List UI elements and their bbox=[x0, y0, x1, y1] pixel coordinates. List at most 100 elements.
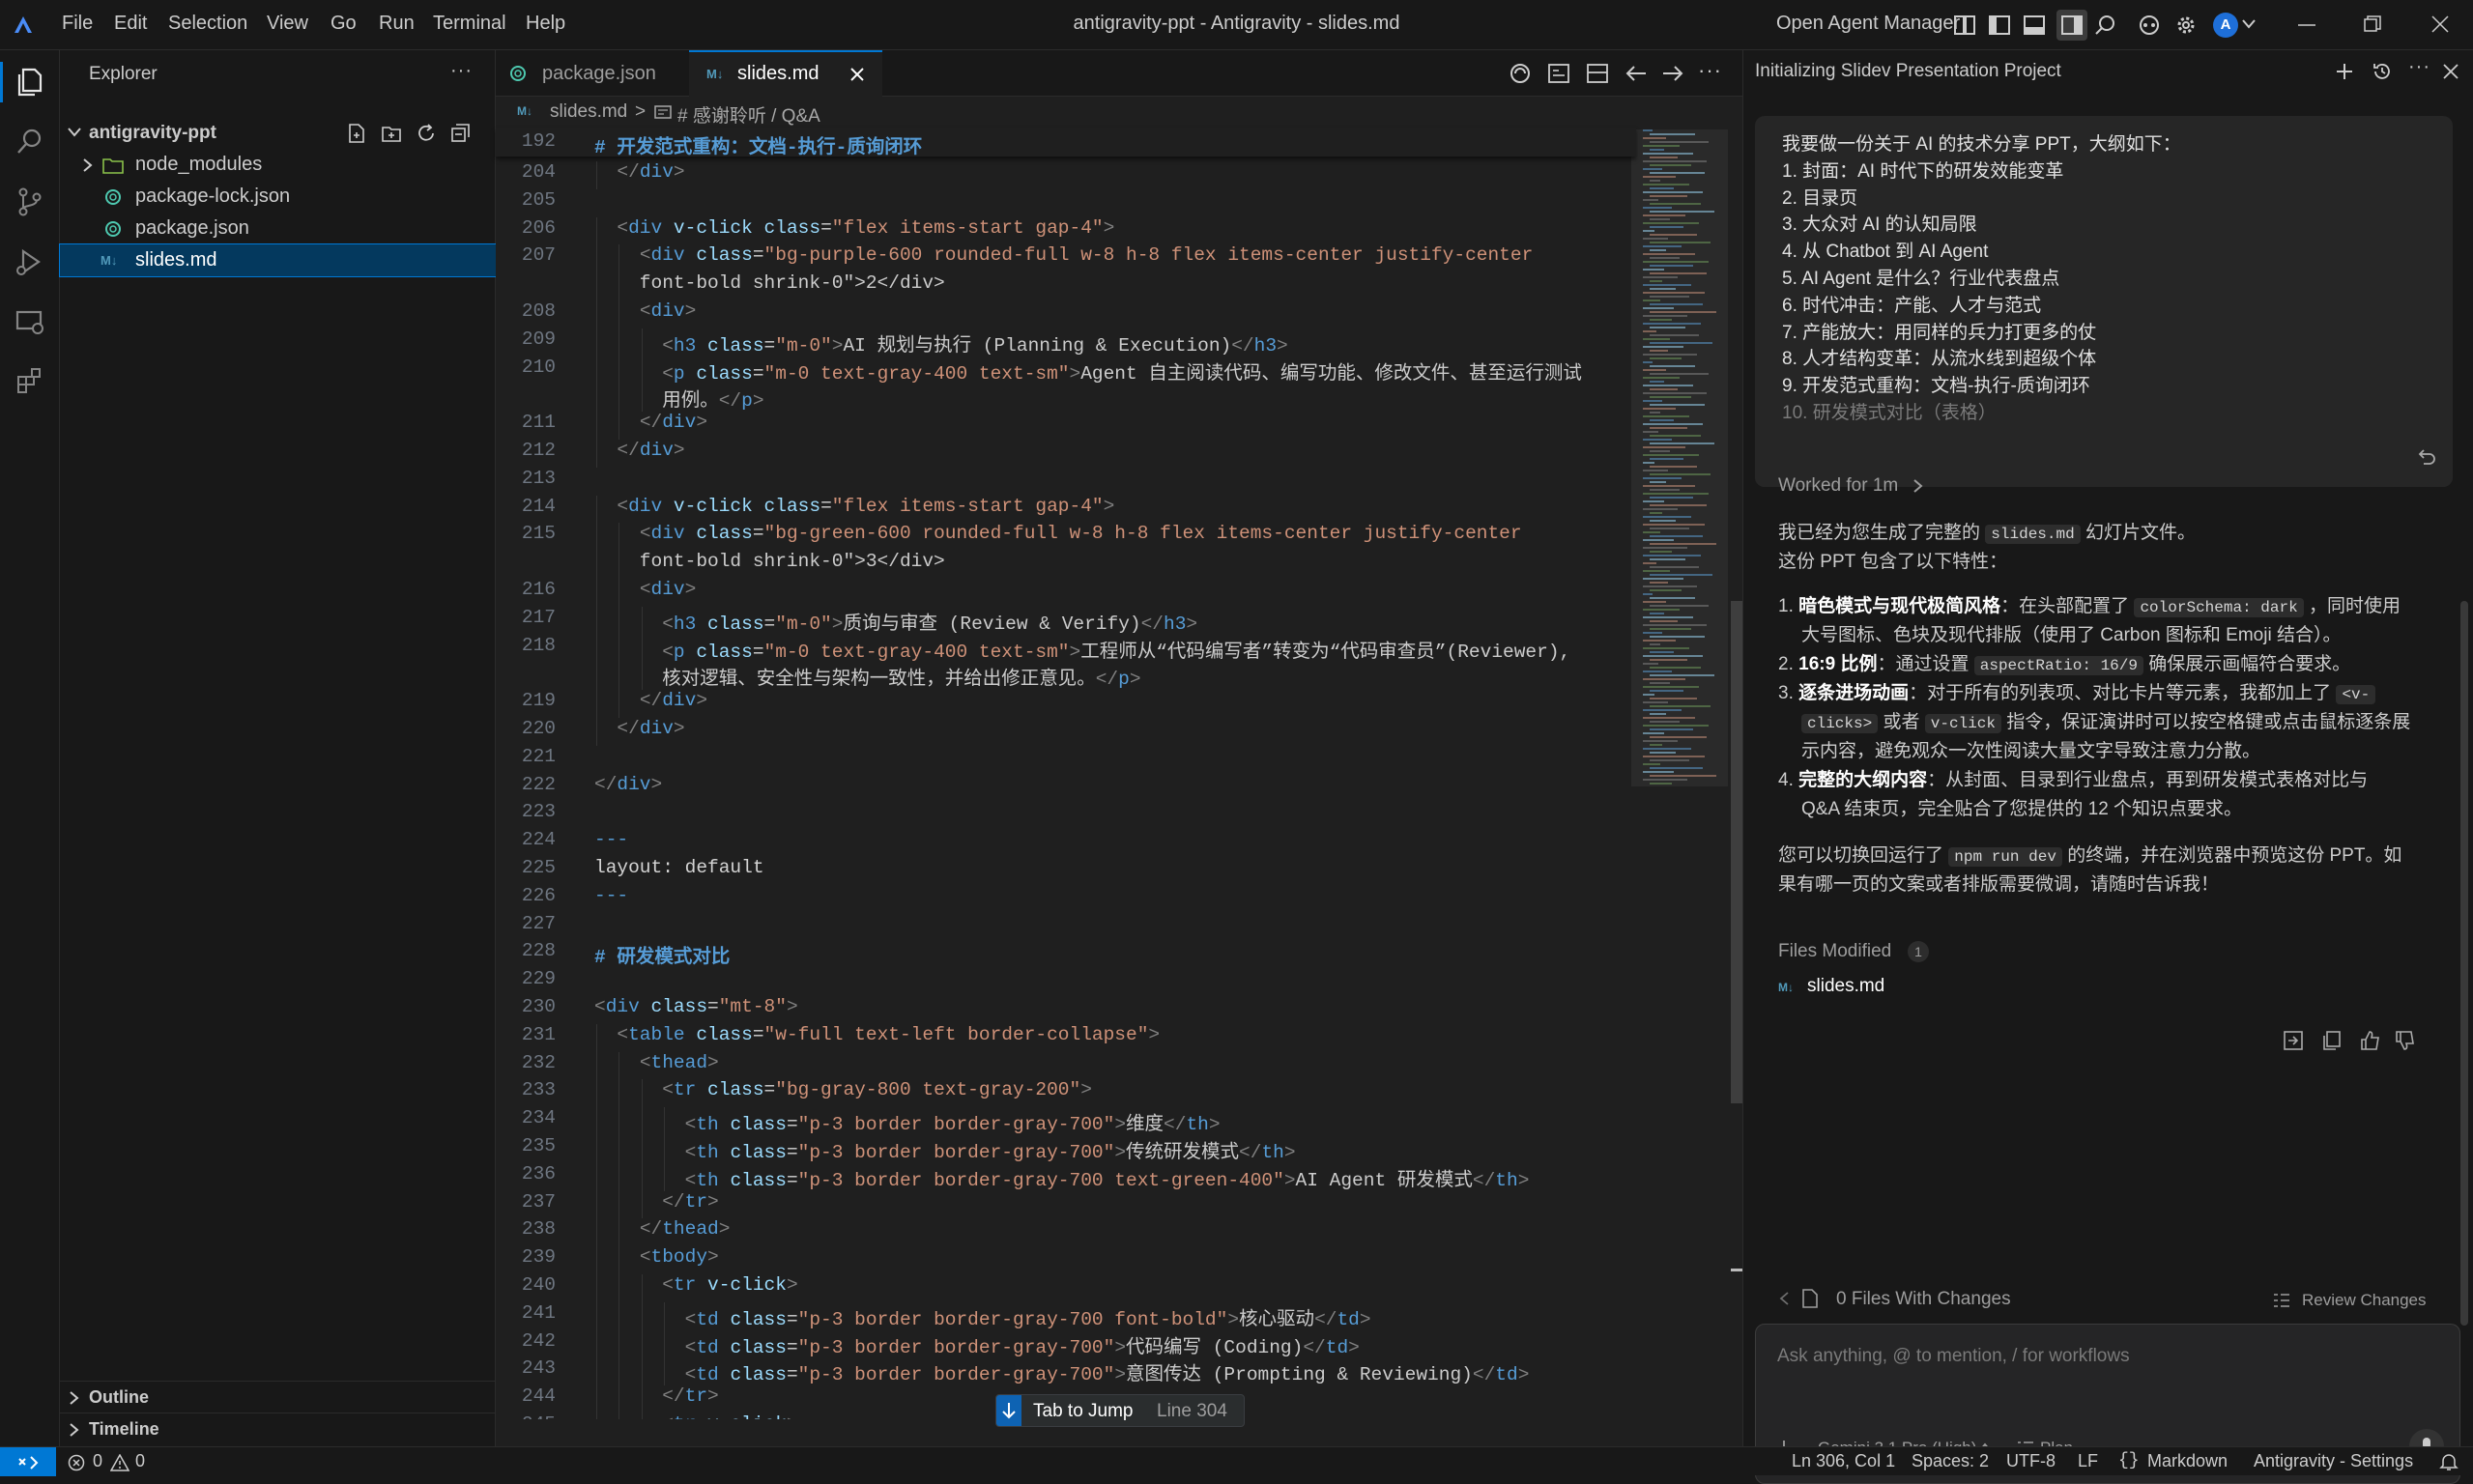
code-line[interactable]: <div class="bg-green-600 rounded-full w-… bbox=[594, 523, 1522, 544]
language-mode[interactable]: Markdown bbox=[2147, 1451, 2228, 1471]
code-line[interactable]: <div class="mt-8"> bbox=[594, 996, 798, 1017]
arrow-left-icon[interactable] bbox=[1625, 64, 1648, 83]
code-line[interactable]: <div> bbox=[594, 579, 697, 600]
code-line[interactable]: </div> bbox=[594, 412, 707, 433]
code-line[interactable]: <th class="p-3 border border-gray-700 te… bbox=[594, 1163, 1530, 1191]
code-line[interactable]: <th class="p-3 border border-gray-700">维… bbox=[594, 1107, 1221, 1135]
bell-icon[interactable] bbox=[2439, 1452, 2459, 1471]
tree-root-folder[interactable]: antigravity-ppt bbox=[60, 117, 496, 149]
indentation[interactable]: Spaces: 2 bbox=[1912, 1451, 1989, 1471]
code-view[interactable]: 204 </div> 205 206 <div v-click class="fle… bbox=[496, 129, 1636, 1419]
menu-selection[interactable]: Selection bbox=[168, 13, 247, 35]
code-line[interactable]: <th class="p-3 border border-gray-700">传… bbox=[594, 1135, 1296, 1163]
toggle-panel-icon[interactable] bbox=[2024, 15, 2045, 35]
warning-count[interactable]: 0 bbox=[135, 1451, 145, 1471]
explorer-files-icon[interactable] bbox=[14, 66, 46, 99]
review-changes-button[interactable]: Review Changes bbox=[2302, 1291, 2427, 1310]
code-line[interactable]: </div> bbox=[594, 718, 684, 739]
error-icon[interactable] bbox=[68, 1454, 85, 1471]
menu-run[interactable]: Run bbox=[379, 13, 415, 35]
arrow-right-icon[interactable] bbox=[1661, 64, 1684, 83]
chat-input-placeholder[interactable]: Ask anything, @ to mention, / for workfl… bbox=[1777, 1346, 2130, 1367]
code-line[interactable]: <tr class="bg-gray-800 text-gray-200"> bbox=[594, 1079, 1092, 1100]
close-window-icon[interactable] bbox=[2431, 15, 2449, 33]
new-file-icon[interactable] bbox=[346, 123, 367, 144]
undo-icon[interactable] bbox=[2418, 448, 2437, 466]
split-editor-icon[interactable] bbox=[1586, 63, 1609, 84]
restore-icon[interactable] bbox=[2364, 15, 2381, 33]
tree-item-package-json[interactable]: package.json bbox=[60, 213, 496, 244]
remote-explorer-icon[interactable] bbox=[14, 305, 46, 338]
code-line[interactable]: 核对逻辑、安全性与架构一致性，并给出修正意见。</p> bbox=[594, 662, 1140, 690]
editor-scrollbar-thumb[interactable] bbox=[1731, 601, 1742, 1103]
thumbs-down-icon[interactable] bbox=[2395, 1030, 2416, 1051]
toggle-secondary-sidebar-button[interactable] bbox=[2056, 10, 2087, 41]
remote-indicator[interactable] bbox=[0, 1447, 56, 1476]
code-line[interactable]: <thead> bbox=[594, 1052, 719, 1073]
error-count[interactable]: 0 bbox=[93, 1451, 102, 1471]
timeline-section-header[interactable]: Timeline bbox=[60, 1413, 496, 1444]
refresh-icon[interactable] bbox=[416, 123, 437, 144]
cursor-position[interactable]: Ln 306, Col 1 bbox=[1792, 1451, 1895, 1471]
code-line[interactable]: <div class="bg-purple-600 rounded-full w… bbox=[594, 244, 1533, 266]
insert-icon[interactable] bbox=[2283, 1030, 2304, 1051]
chevron-down-icon[interactable] bbox=[2242, 19, 2256, 29]
account-avatar[interactable]: A bbox=[2213, 13, 2238, 38]
gear-icon[interactable] bbox=[2174, 14, 2198, 37]
outline-section-header[interactable]: Outline bbox=[60, 1381, 496, 1413]
copilot-icon[interactable] bbox=[2138, 14, 2161, 37]
close-tab-icon[interactable] bbox=[849, 67, 865, 82]
chevron-right-icon[interactable] bbox=[1913, 479, 1923, 493]
code-line[interactable]: <p class="m-0 text-gray-400 text-sm">Age… bbox=[594, 357, 1582, 385]
breadcrumb-symbol[interactable]: # 感谢聆听 / Q&A bbox=[677, 101, 820, 128]
code-line[interactable]: </div> bbox=[594, 161, 684, 183]
copy-icon[interactable] bbox=[2321, 1030, 2343, 1051]
code-line[interactable]: <tr v-click> bbox=[594, 1274, 797, 1296]
new-chat-icon[interactable] bbox=[2335, 62, 2354, 81]
files-with-changes-label[interactable]: 0 Files With Changes bbox=[1836, 1289, 2011, 1310]
code-line[interactable]: # 研发模式对比 bbox=[594, 940, 730, 968]
tree-item-slides-md[interactable]: M↓ slides.md bbox=[59, 243, 497, 277]
back-arrow-icon[interactable] bbox=[1778, 1291, 1796, 1306]
code-line[interactable]: </thead> bbox=[594, 1218, 731, 1240]
antigravity-settings[interactable]: Antigravity - Settings bbox=[2254, 1451, 2413, 1471]
minimap[interactable] bbox=[1631, 129, 1728, 1419]
more-actions-icon[interactable]: ··· bbox=[1698, 58, 1722, 83]
code-line[interactable]: <div> bbox=[594, 300, 697, 322]
open-preview-icon[interactable] bbox=[1547, 63, 1570, 84]
code-line[interactable]: <h3 class="m-0">质询与审查 (Review & Verify)<… bbox=[594, 607, 1197, 635]
encoding[interactable]: UTF-8 bbox=[2006, 1451, 2056, 1471]
code-line[interactable]: <h3 class="m-0">AI 规划与执行 (Planning & Exe… bbox=[594, 328, 1288, 357]
search-icon[interactable] bbox=[2093, 14, 2116, 37]
code-line[interactable]: <tr v-click> bbox=[594, 1413, 797, 1419]
code-line[interactable]: <td class="p-3 border border-gray-700 fo… bbox=[594, 1302, 1371, 1330]
close-panel-icon[interactable] bbox=[2443, 64, 2459, 79]
new-folder-icon[interactable] bbox=[381, 123, 402, 144]
breadcrumb-file[interactable]: slides.md bbox=[550, 101, 627, 123]
code-line[interactable]: </div> bbox=[594, 440, 684, 461]
code-line[interactable]: <td class="p-3 border border-gray-700">意… bbox=[594, 1357, 1530, 1385]
code-line[interactable]: </tr> bbox=[594, 1191, 719, 1213]
menu-go[interactable]: Go bbox=[331, 13, 357, 35]
toggle-primary-sidebar-icon[interactable] bbox=[1989, 15, 2010, 35]
end-of-line[interactable]: LF bbox=[2078, 1451, 2098, 1471]
code-line[interactable]: --- bbox=[594, 829, 628, 850]
tab-slides-md[interactable]: M↓ slides.md bbox=[689, 50, 882, 97]
code-line[interactable]: </div> bbox=[594, 774, 662, 795]
minimize-icon[interactable] bbox=[2298, 23, 2315, 27]
code-line[interactable]: </tr> bbox=[594, 1385, 719, 1407]
code-line[interactable]: <div v-click class="flex items-start gap… bbox=[594, 496, 1114, 517]
code-line[interactable]: layout: default bbox=[594, 857, 764, 878]
extensions-icon[interactable] bbox=[14, 365, 46, 398]
menu-help[interactable]: Help bbox=[526, 13, 565, 35]
run-debug-icon[interactable] bbox=[14, 245, 46, 278]
tab-to-jump-hint[interactable]: Tab to Jump Line 304 bbox=[995, 1394, 1245, 1427]
agent-review-icon[interactable] bbox=[1509, 62, 1532, 85]
explorer-more-button[interactable]: ··· bbox=[450, 60, 473, 82]
search-activity-icon[interactable] bbox=[14, 126, 46, 158]
menu-edit[interactable]: Edit bbox=[114, 13, 147, 35]
user-message-bubble[interactable]: 我要做一份关于 AI 的技术分享 PPT，大纲如下： 1. 封面：AI 时代下的研… bbox=[1755, 116, 2453, 487]
layout-panels-icon[interactable] bbox=[1954, 15, 1975, 35]
warning-icon[interactable] bbox=[110, 1454, 129, 1471]
source-control-icon[interactable] bbox=[14, 186, 46, 218]
